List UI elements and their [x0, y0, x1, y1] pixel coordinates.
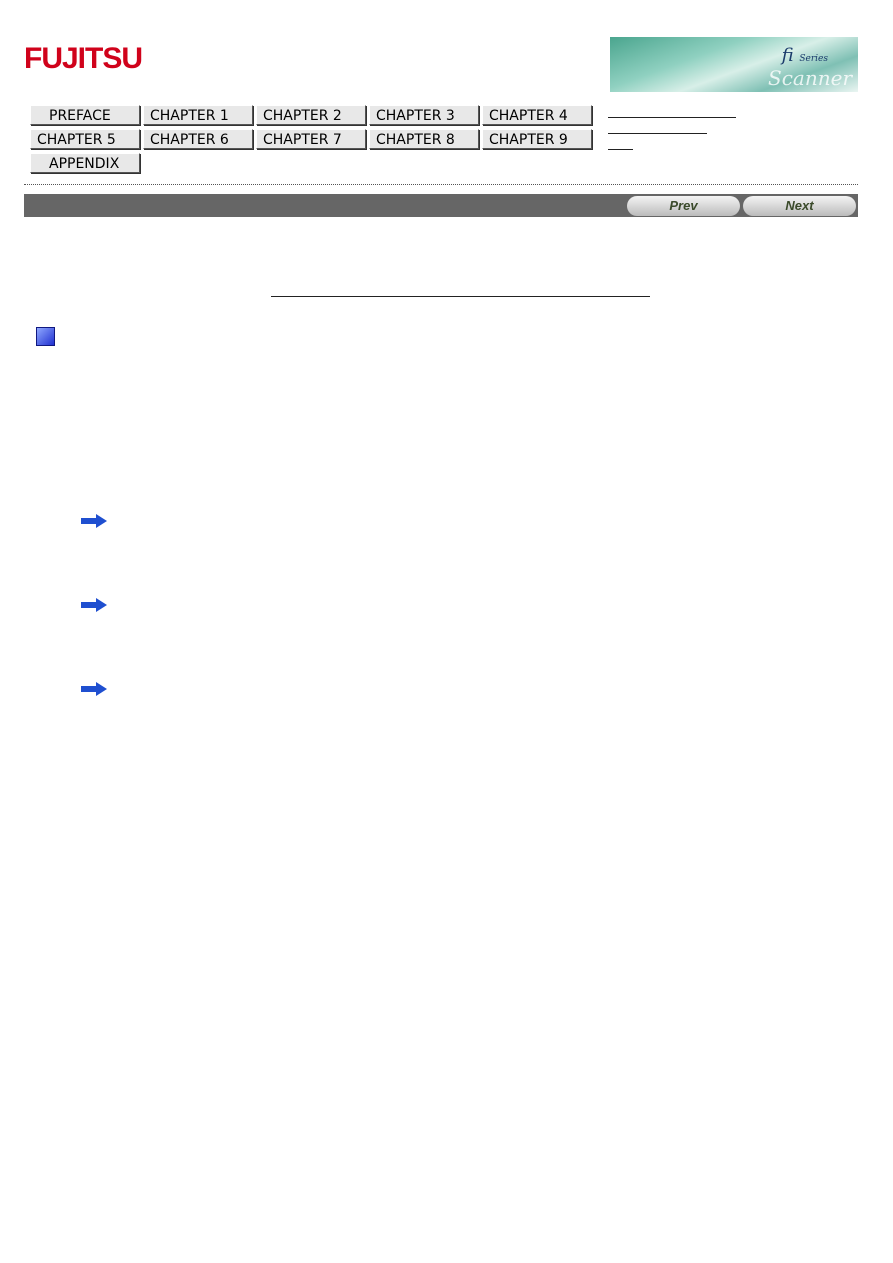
arrow-right-icon[interactable] — [81, 682, 107, 696]
nav-chapter-4[interactable]: CHAPTER 4 — [482, 105, 592, 125]
prev-button[interactable]: Prev — [627, 196, 740, 216]
divider — [24, 184, 858, 185]
nav-chapter-6[interactable]: CHAPTER 6 — [143, 129, 253, 149]
nav-chapter-8[interactable]: CHAPTER 8 — [369, 129, 479, 149]
nav-preface[interactable]: PREFACE — [30, 105, 140, 125]
side-link-2[interactable] — [608, 133, 707, 134]
fujitsu-logo: FUJITSU — [24, 42, 143, 75]
nav-chapter-5[interactable]: CHAPTER 5 — [30, 129, 140, 149]
side-link-3[interactable] — [608, 149, 633, 150]
arrow-right-icon[interactable] — [81, 514, 107, 528]
next-button[interactable]: Next — [743, 196, 856, 216]
nav-chapter-1[interactable]: CHAPTER 1 — [143, 105, 253, 125]
section-bullet-icon — [36, 327, 55, 346]
arrow-right-icon[interactable] — [81, 598, 107, 612]
nav-chapter-3[interactable]: CHAPTER 3 — [369, 105, 479, 125]
side-link-1[interactable] — [608, 117, 736, 118]
title-link[interactable] — [271, 296, 650, 297]
nav-appendix[interactable]: APPENDIX — [30, 153, 140, 173]
banner-fi: fi Series — [781, 45, 828, 66]
nav-chapter-7[interactable]: CHAPTER 7 — [256, 129, 366, 149]
banner-scanner: Scanner — [768, 66, 852, 90]
nav-chapter-2[interactable]: CHAPTER 2 — [256, 105, 366, 125]
nav-chapter-9[interactable]: CHAPTER 9 — [482, 129, 592, 149]
fi-series-banner: fi Series Scanner — [610, 37, 858, 92]
